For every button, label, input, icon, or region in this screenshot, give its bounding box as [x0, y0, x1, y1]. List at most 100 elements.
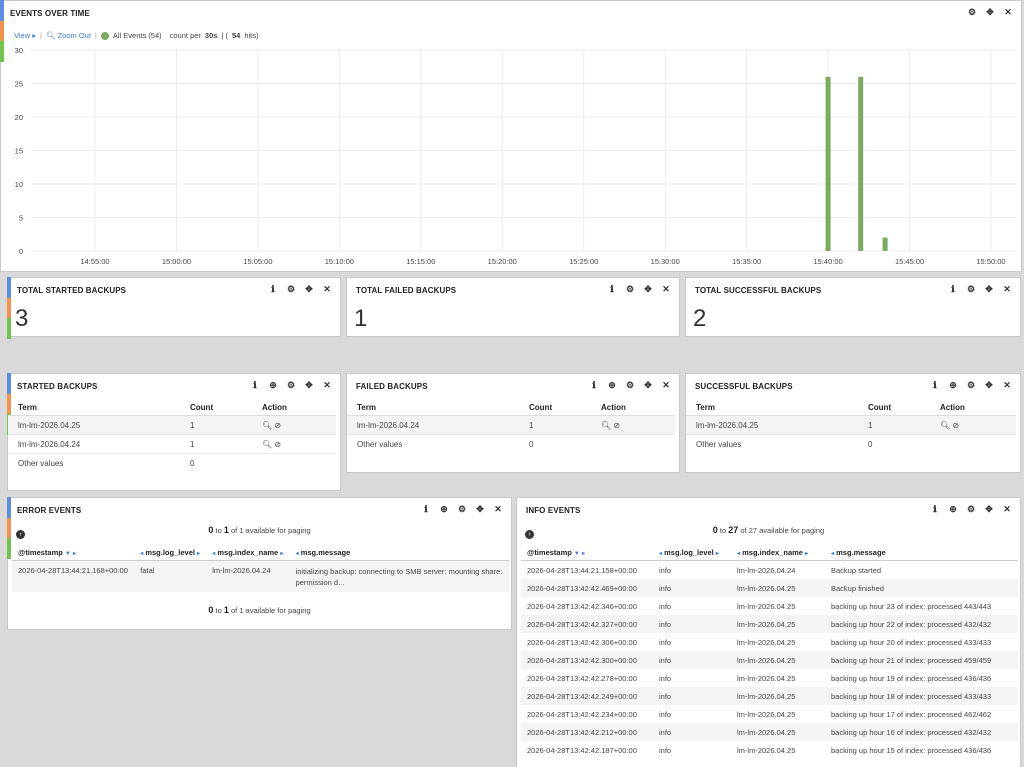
gear-icon[interactable]: ⚙: [966, 380, 976, 391]
inspect-icon[interactable]: ⊕: [948, 504, 958, 515]
close-icon[interactable]: ✕: [493, 504, 503, 515]
terms-table: Term Count Action lm-lm-2026.04.24 1 🔍︎ ⊘ Ot…: [347, 399, 675, 454]
table-row[interactable]: 2026-04-28T13:42:42.300+00:00 info lm-lm-2…: [521, 651, 1018, 669]
inspect-icon[interactable]: ⊕: [607, 380, 617, 391]
info-icon[interactable]: ℹ: [421, 504, 431, 515]
table-row: lm-lm-2026.04.25 1 🔍︎ ⊘: [8, 415, 336, 435]
action-header: Action: [930, 399, 1016, 416]
info-icon[interactable]: ℹ: [589, 380, 599, 391]
gear-icon[interactable]: ⚙: [286, 284, 296, 295]
table-row[interactable]: 2026-04-28T13:42:42.187+00:00 info lm-lm-2…: [521, 741, 1018, 759]
chart-bar[interactable]: [825, 76, 831, 251]
panel-title: TOTAL STARTED BACKUPS: [17, 286, 127, 295]
panel-controls: ℹ ⊕ ⚙ ✥ ✕: [930, 504, 1012, 515]
count-cell: 1: [180, 415, 252, 435]
events-chart[interactable]: 30 25 20 15 10 5 0 14:55:00 15:00:00 15:05:00 15:1…: [1, 1, 1023, 273]
gear-icon[interactable]: ⚙: [966, 504, 976, 515]
table-row[interactable]: 2026-04-28T13:42:42.469+00:00 info lm-lm-2…: [521, 579, 1018, 597]
table-row[interactable]: 2026-04-28T13:42:42.306+00:00 info lm-lm-2…: [521, 633, 1018, 651]
table-row: lm-lm-2026.04.24 1 🔍︎ ⊘: [8, 434, 336, 454]
gear-icon[interactable]: ⚙: [966, 284, 976, 295]
move-icon[interactable]: ✥: [475, 504, 485, 515]
move-left-icon[interactable]: ◂: [831, 551, 834, 557]
move-right-icon[interactable]: ▸: [716, 551, 719, 557]
index-cell: lm-lm-2026.04.25: [737, 638, 796, 647]
table-row[interactable]: 2026-04-28T13:44:21.168+00:00 fatal lm-l…: [12, 560, 509, 592]
move-left-icon[interactable]: ◂: [212, 551, 215, 557]
log-level-header[interactable]: ◂ msg.log_level ▸: [134, 544, 207, 561]
move-left-icon[interactable]: ◂: [659, 551, 662, 557]
move-icon[interactable]: ✥: [984, 380, 994, 391]
move-icon[interactable]: ✥: [643, 380, 653, 391]
inspect-icon[interactable]: ⊕: [439, 504, 449, 515]
close-icon[interactable]: ✕: [1002, 380, 1012, 391]
move-left-icon[interactable]: ◂: [140, 551, 143, 557]
inspect-icon[interactable]: ⊕: [268, 380, 278, 391]
table-row[interactable]: 2026-04-28T13:42:42.249+00:00 info lm-lm-2…: [521, 687, 1018, 705]
move-right-icon[interactable]: ▸: [280, 551, 283, 557]
message-header[interactable]: ◂ msg.message: [289, 544, 509, 561]
close-icon[interactable]: ✕: [1002, 284, 1012, 295]
move-icon[interactable]: ✥: [984, 504, 994, 515]
index-name-header[interactable]: ◂ msg.index_name ▸: [731, 544, 825, 561]
move-right-icon[interactable]: ▸: [197, 551, 200, 557]
table-row[interactable]: 2026-04-28T13:42:42.278+00:00 info lm-lm-2…: [521, 669, 1018, 687]
timestamp-cell: 2026-04-28T13:42:42.306+00:00: [527, 638, 637, 647]
move-icon[interactable]: ✥: [984, 284, 994, 295]
sort-desc-icon[interactable]: ▼: [574, 551, 580, 557]
info-icon[interactable]: ℹ: [250, 380, 260, 391]
move-icon[interactable]: ✥: [643, 284, 653, 295]
log-level-header[interactable]: ◂ msg.log_level ▸: [653, 544, 731, 561]
info-icon[interactable]: ℹ: [930, 380, 940, 391]
inspect-icon[interactable]: ⊕: [948, 380, 958, 391]
info-icon[interactable]: ℹ: [268, 284, 278, 295]
chart-bar[interactable]: [882, 237, 888, 251]
close-icon[interactable]: ✕: [661, 380, 671, 391]
info-icon[interactable]: ℹ: [607, 284, 617, 295]
x-tick-label: 15:45:00: [895, 257, 924, 266]
move-icon[interactable]: ✥: [304, 284, 314, 295]
move-right-icon[interactable]: ▸: [582, 551, 585, 557]
index-cell: lm-lm-2026.04.24: [206, 560, 290, 592]
panel-title: TOTAL SUCCESSFUL BACKUPS: [695, 286, 822, 295]
gear-icon[interactable]: ⚙: [625, 284, 635, 295]
term-header: Term: [686, 399, 858, 416]
move-right-icon[interactable]: ▸: [805, 551, 808, 557]
ban-icon[interactable]: ⊘: [274, 421, 281, 430]
table-row[interactable]: 2026-04-28T13:42:42.327+00:00 info lm-lm-2…: [521, 615, 1018, 633]
table-row[interactable]: 2026-04-28T13:42:42.234+00:00 info lm-lm-2…: [521, 705, 1018, 723]
move-left-icon[interactable]: ◂: [737, 551, 740, 557]
timestamp-header[interactable]: @timestamp ▼ ▸: [521, 544, 653, 561]
gear-icon[interactable]: ⚙: [457, 504, 467, 515]
search-icon[interactable]: 🔍︎: [262, 440, 272, 449]
gear-icon[interactable]: ⚙: [625, 380, 635, 391]
search-icon[interactable]: 🔍︎: [262, 421, 272, 430]
move-left-icon[interactable]: ◂: [296, 551, 299, 557]
timestamp-header[interactable]: @timestamp ▼ ▸: [12, 544, 135, 561]
chart-bar[interactable]: [858, 76, 864, 251]
table-row[interactable]: 2026-04-28T13:42:42.212+00:00 info lm-lm-2…: [521, 723, 1018, 741]
count-header: Count: [180, 399, 252, 416]
sort-desc-icon[interactable]: ▼: [65, 551, 71, 557]
info-icon[interactable]: ℹ: [930, 504, 940, 515]
table-row[interactable]: 2026-04-28T13:42:42.346+00:00 info lm-lm-2…: [521, 597, 1018, 615]
close-icon[interactable]: ✕: [322, 380, 332, 391]
ban-icon[interactable]: ⊘: [274, 440, 281, 449]
search-icon[interactable]: 🔍︎: [940, 421, 950, 430]
message-header[interactable]: ◂ msg.message: [825, 544, 1018, 561]
gear-icon[interactable]: ⚙: [286, 380, 296, 391]
term-cell: Other values: [696, 440, 742, 450]
close-icon[interactable]: ✕: [661, 284, 671, 295]
table-row[interactable]: 2026-04-28T13:44:21.158+00:00 info lm-lm-2…: [521, 561, 1018, 580]
message-cell: backing up hour 23 of index: processed 4…: [831, 602, 992, 611]
move-icon[interactable]: ✥: [304, 380, 314, 391]
ban-icon[interactable]: ⊘: [613, 421, 620, 430]
move-right-icon[interactable]: ▸: [73, 551, 76, 557]
ban-icon[interactable]: ⊘: [952, 421, 959, 430]
info-icon[interactable]: ℹ: [948, 284, 958, 295]
search-icon[interactable]: 🔍︎: [601, 421, 611, 430]
index-name-header[interactable]: ◂ msg.index_name ▸: [206, 544, 290, 561]
close-icon[interactable]: ✕: [322, 284, 332, 295]
started-backups-panel: STARTED BACKUPS ℹ ⊕ ⚙ ✥ ✕ Term Count Action lm…: [7, 373, 341, 491]
close-icon[interactable]: ✕: [1002, 504, 1012, 515]
